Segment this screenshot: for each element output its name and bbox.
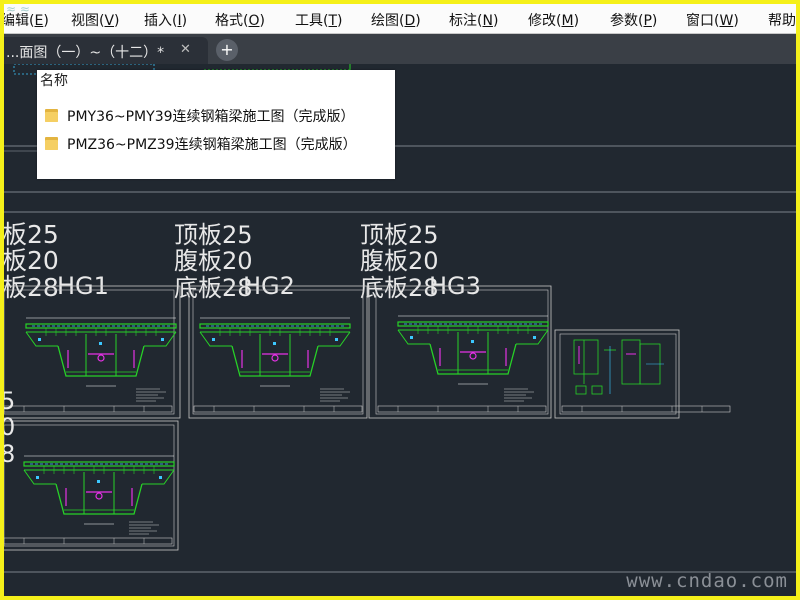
menu-dimension[interactable]: 标注(N) [449,10,498,30]
file-list-item[interactable]: PMZ36~PMZ39连续钢箱梁施工图（完成版） [43,134,388,156]
folder-icon [45,136,58,150]
menu-format[interactable]: 格式(O) [215,10,265,30]
tab-title: ...面图（一）~（十二）* [6,45,165,61]
column-header-name[interactable]: 名称 [40,70,68,90]
digit-label: 8 [4,440,15,468]
sheet-hg4[interactable]: 5 0 8 [4,387,179,551]
folder-icon [45,108,58,122]
document-tab-bar: ...面图（一）~（十二）* ✕ + [4,34,796,64]
menu-tools[interactable]: 工具(T) [295,10,343,30]
file-name: PMY36~PMY39连续钢箱梁施工图（完成版） [67,109,355,125]
menu-parametric[interactable]: 参数(P) [610,10,657,30]
tab-drawing[interactable]: ...面图（一）~（十二）* ✕ [4,37,208,64]
menu-help[interactable]: 帮助 [768,10,796,30]
label-web-plate: 腹板20 [360,247,439,275]
sheet-hg2[interactable] [188,285,368,419]
label-top-plate: 顶板25 [174,221,253,249]
menu-edit[interactable]: 编辑(E) [4,10,49,30]
file-name: PMZ36~PMZ39连续钢箱梁施工图（完成版） [67,137,357,153]
menu-draw[interactable]: 绘图(D) [371,10,421,30]
label-bottom-plate: 板28 [4,273,59,302]
sheet-detail[interactable] [554,329,731,419]
digit-label: 5 [4,387,15,415]
close-icon[interactable]: ✕ [180,42,191,57]
label-web-plate: 板20 [4,246,59,275]
menu-bar: ≈ ≈ 编辑(E) 视图(V) 插入(I) 格式(O) 工具(T) 绘图(D) … [4,4,796,34]
label-top-plate: 顶板25 [360,221,439,249]
label-top-plate: 板25 [4,220,59,249]
sheet-hg3[interactable] [368,285,552,419]
menu-window[interactable]: 窗口(W) [686,10,739,30]
app-window: ≈ ≈ 编辑(E) 视图(V) 插入(I) 格式(O) 工具(T) 绘图(D) … [4,4,796,596]
add-tab-button[interactable]: + [216,39,238,61]
file-list-popup: 名称 PMY36~PMY39连续钢箱梁施工图（完成版） PMZ36~PMZ39连… [37,70,395,179]
site-watermark: www.cndao.com [626,570,788,592]
menu-view[interactable]: 视图(V) [71,10,120,30]
menu-modify[interactable]: 修改(M) [528,10,579,30]
digit-label: 0 [4,413,15,441]
file-list-item[interactable]: PMY36~PMY39连续钢箱梁施工图（完成版） [43,106,388,128]
sheet-hg1[interactable] [4,285,181,419]
label-web-plate: 腹板20 [174,247,253,275]
menu-insert[interactable]: 插入(I) [144,10,187,30]
label-bottom-plate: 底板28 [360,274,439,302]
label-bottom-plate: 底板28 [174,274,253,302]
